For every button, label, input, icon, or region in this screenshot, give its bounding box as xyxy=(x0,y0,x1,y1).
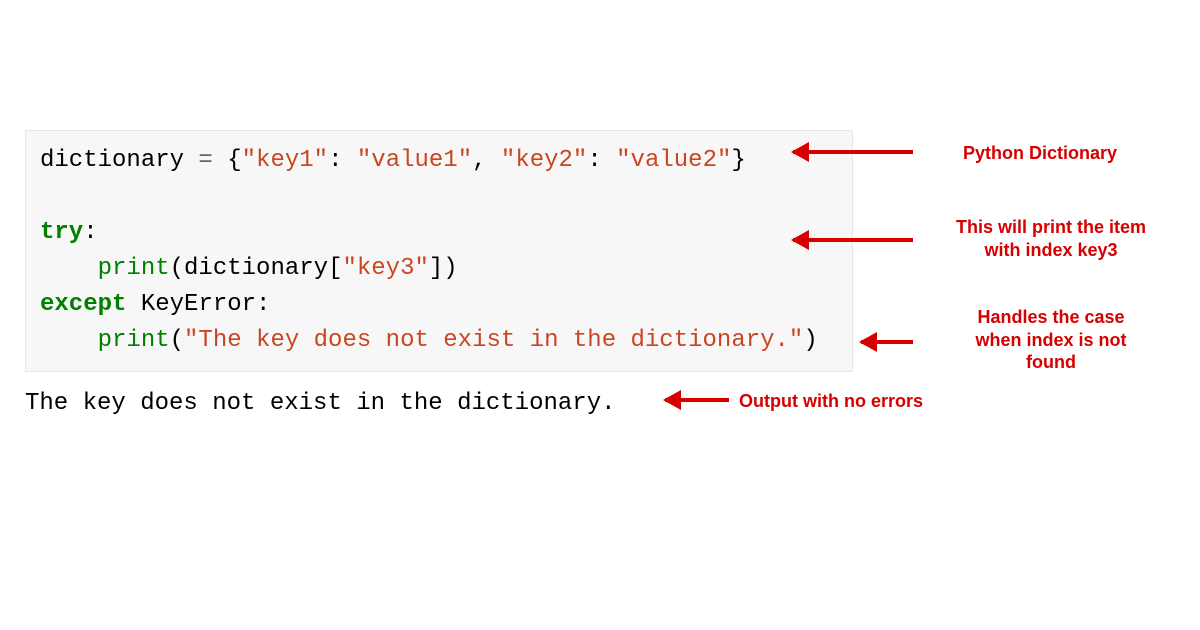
tok-colon2: : xyxy=(587,147,616,174)
tok-rp: ) xyxy=(443,255,457,282)
tok-lbr: [ xyxy=(328,255,342,282)
tok-var: dictionary xyxy=(40,147,184,174)
tok-print: print xyxy=(98,255,170,282)
code-line-1: dictionary = {"key1": "value1", "key2": … xyxy=(40,147,746,174)
tok-colon: : xyxy=(83,219,97,246)
tok-msg: "The key does not exist in the dictionar… xyxy=(184,327,803,354)
tok-sp xyxy=(126,291,140,318)
arrow-icon xyxy=(793,142,913,162)
tok-try: try xyxy=(40,219,83,246)
tok-indent2 xyxy=(40,327,98,354)
tok-rbr: ] xyxy=(429,255,443,282)
tok-k2: "key2" xyxy=(501,147,587,174)
tok-lp2: ( xyxy=(170,327,184,354)
arrow-icon xyxy=(665,390,729,410)
code-line-4: print(dictionary["key3"]) xyxy=(40,255,458,282)
tok-v2: "value2" xyxy=(616,147,731,174)
tok-obj: dictionary xyxy=(184,255,328,282)
annotation-label: Output with no errors xyxy=(739,390,969,413)
tok-colon1: : xyxy=(328,147,357,174)
arrow-icon xyxy=(861,332,913,352)
annotation-label: Python Dictionary xyxy=(935,142,1145,165)
arrow-icon xyxy=(793,230,913,250)
tok-eq: = xyxy=(184,147,227,174)
tok-k1: "key1" xyxy=(242,147,328,174)
annotation-label: This will print the item with index key3 xyxy=(921,216,1181,261)
code-line-5: except KeyError: xyxy=(40,291,270,318)
code-line-3: try: xyxy=(40,219,98,246)
figure-container: dictionary = {"key1": "value1", "key2": … xyxy=(25,130,1175,417)
tok-rp2: ) xyxy=(803,327,817,354)
tok-colon2b: : xyxy=(256,291,270,318)
tok-indent xyxy=(40,255,98,282)
tok-print2: print xyxy=(98,327,170,354)
output-line: The key does not exist in the dictionary… xyxy=(25,390,1175,417)
tok-exc: KeyError xyxy=(141,291,256,318)
annotation-label: Handles the case when index is not found xyxy=(921,306,1181,374)
code-line-6: print("The key does not exist in the dic… xyxy=(40,327,818,354)
tok-rbrace: } xyxy=(731,147,745,174)
tok-lbrace: { xyxy=(227,147,241,174)
tok-except: except xyxy=(40,291,126,318)
tok-lp: ( xyxy=(170,255,184,282)
code-block: dictionary = {"key1": "value1", "key2": … xyxy=(25,130,853,372)
tok-v1: "value1" xyxy=(357,147,472,174)
tok-key: "key3" xyxy=(342,255,428,282)
tok-comma: , xyxy=(472,147,501,174)
